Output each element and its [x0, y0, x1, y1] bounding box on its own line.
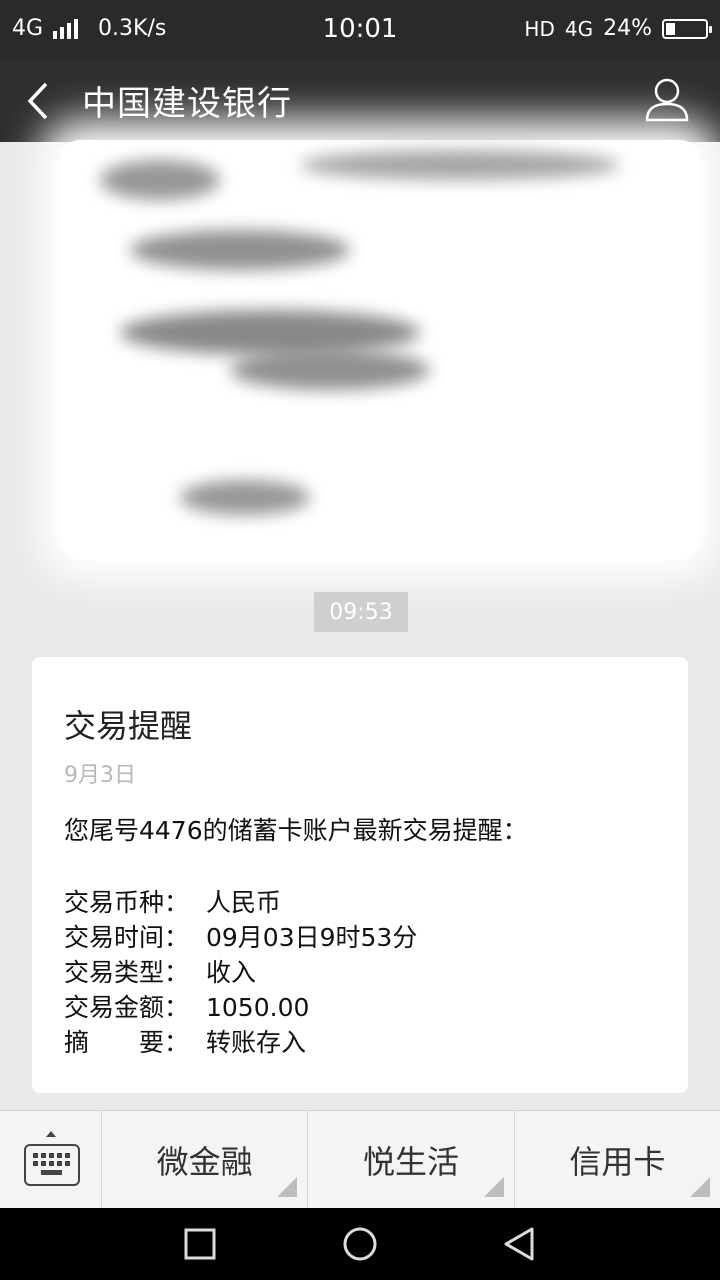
card-date: 9月3日: [64, 763, 136, 788]
detail-label: 交易类型：: [64, 958, 190, 987]
back-button[interactable]: [20, 76, 60, 126]
submenu-indicator-icon: [689, 1177, 710, 1197]
menu-label: 微金融: [156, 1143, 253, 1181]
navigation-bar: [0, 1208, 720, 1280]
detail-label: 交易金额：: [64, 993, 190, 1022]
menu-label: 信用卡: [569, 1143, 666, 1181]
detail-value: 1050.00: [206, 993, 310, 1022]
submenu-indicator-icon: [277, 1177, 298, 1197]
detail-label: 交易时间：: [64, 923, 190, 952]
page-title: 中国建设银行: [82, 84, 292, 124]
battery-icon: [662, 18, 712, 39]
bottom-menu: 微金融 悦生活 信用卡: [0, 1110, 720, 1209]
detail-value: 人民币: [206, 888, 282, 917]
message-timestamp: 09:53: [314, 592, 408, 632]
detail-row-time: 交易时间： 09月03日9时53分: [64, 920, 656, 955]
circle-icon: [343, 1227, 377, 1261]
card-intro: 您尾号4476的储蓄卡账户最新交易提醒：: [64, 816, 528, 845]
card-title: 交易提醒: [64, 707, 193, 745]
redacted-message: [60, 140, 700, 560]
status-bar: 4G 0.3K/s 10:01 HD 4G 24%: [0, 0, 720, 60]
person-icon: [645, 78, 689, 122]
transaction-alert-card[interactable]: 交易提醒 9月3日 您尾号4476的储蓄卡账户最新交易提醒： 交易币种： 人民币…: [32, 657, 688, 1093]
detail-row-currency: 交易币种： 人民币: [64, 885, 656, 920]
network-type-right: 4G: [564, 16, 594, 41]
detail-row-amount: 交易金额： 1050.00: [64, 990, 656, 1025]
menu-button-credit-card[interactable]: 信用卡: [515, 1111, 720, 1209]
profile-button[interactable]: [642, 74, 692, 128]
keyboard-toggle-button[interactable]: [0, 1111, 102, 1209]
detail-list: 交易币种： 人民币 交易时间： 09月03日9时53分 交易类型： 收入 交易金…: [64, 885, 656, 1060]
square-icon: [184, 1228, 216, 1260]
triangle-back-icon: [504, 1227, 534, 1261]
menu-button-finance[interactable]: 微金融: [102, 1111, 309, 1209]
menu-label: 悦生活: [362, 1143, 459, 1181]
submenu-indicator-icon: [483, 1177, 504, 1197]
title-bar: 中国建设银行: [0, 60, 720, 142]
battery-percent: 24%: [603, 16, 652, 41]
home-button[interactable]: [340, 1224, 380, 1264]
detail-label: 交易币种：: [64, 888, 190, 917]
menu-button-life[interactable]: 悦生活: [308, 1111, 515, 1209]
detail-value: 转账存入: [206, 1028, 307, 1057]
detail-value: 09月03日9时53分: [206, 923, 418, 952]
detail-label: 摘 要：: [64, 1028, 190, 1057]
detail-row-type: 交易类型： 收入: [64, 955, 656, 990]
hd-indicator: HD: [524, 16, 555, 41]
recent-apps-button[interactable]: [180, 1224, 220, 1264]
detail-row-summary: 摘 要： 转账存入: [64, 1025, 656, 1060]
keyboard-icon: [24, 1131, 80, 1186]
chevron-left-icon: [27, 82, 48, 120]
detail-value: 收入: [206, 958, 257, 987]
system-back-button[interactable]: [500, 1224, 540, 1264]
